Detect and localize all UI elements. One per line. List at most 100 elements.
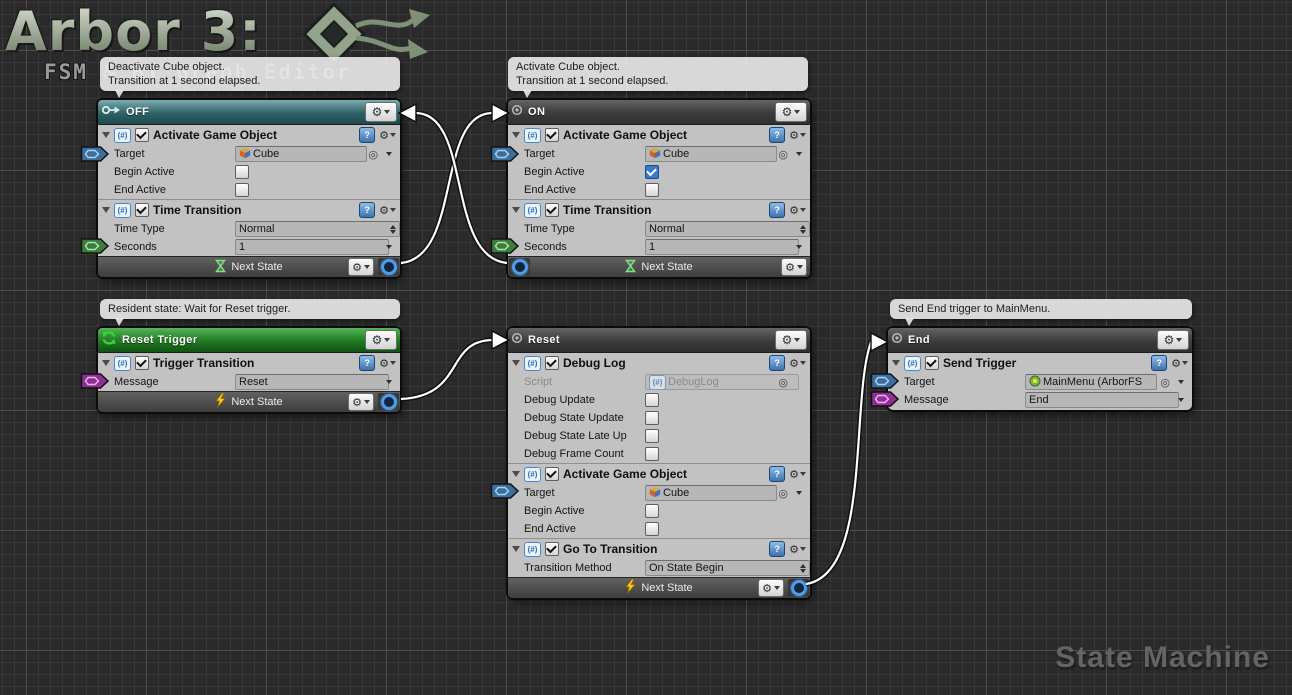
time-type-dropdown[interactable]: Normal	[235, 221, 400, 237]
end-active-checkbox[interactable]	[645, 522, 659, 536]
foldout-triangle[interactable]	[102, 207, 110, 213]
help-icon[interactable]: ?	[769, 541, 785, 557]
debug-state-update-checkbox[interactable]	[645, 411, 659, 425]
dropdown-arrow-icon[interactable]	[386, 380, 392, 384]
begin-active-checkbox[interactable]	[645, 504, 659, 518]
data-pin-target-end[interactable]	[870, 372, 900, 390]
transition-settings-button[interactable]: ⚙	[781, 258, 807, 276]
time-type-dropdown[interactable]: Normal	[645, 221, 810, 237]
transition-method-dropdown[interactable]: On State Begin	[645, 560, 810, 576]
next-state-link[interactable]: Next State ⚙	[508, 256, 810, 277]
debug-update-checkbox[interactable]	[645, 393, 659, 407]
behaviour-enabled-checkbox[interactable]	[545, 467, 559, 481]
data-pin-target-on[interactable]	[490, 145, 520, 163]
transition-settings-button[interactable]: ⚙	[348, 393, 374, 411]
state-header-end[interactable]: End ⚙	[888, 328, 1192, 352]
help-icon[interactable]: ?	[769, 127, 785, 143]
behaviour-settings-button[interactable]: ⚙	[789, 205, 806, 216]
next-state-link[interactable]: Next State ⚙	[508, 577, 810, 598]
help-icon[interactable]: ?	[1151, 355, 1167, 371]
transition-settings-button[interactable]: ⚙	[348, 258, 374, 276]
behaviour-enabled-checkbox[interactable]	[135, 203, 149, 217]
dropdown-arrow-icon[interactable]	[386, 152, 392, 156]
behaviour-settings-button[interactable]: ⚙	[789, 469, 806, 480]
seconds-input[interactable]: 1	[235, 239, 389, 255]
state-settings-button[interactable]: ⚙	[365, 330, 397, 350]
dropdown-arrow-icon[interactable]	[1178, 380, 1184, 384]
data-pin-target-reset[interactable]	[490, 482, 520, 500]
state-header-on[interactable]: ON ⚙	[508, 100, 810, 124]
behaviour-settings-button[interactable]: ⚙	[789, 358, 806, 369]
foldout-triangle[interactable]	[102, 132, 110, 138]
target-object-field[interactable]: Cube	[235, 146, 367, 162]
object-picker-icon[interactable]: ◎	[778, 377, 788, 388]
object-picker-icon[interactable]: ◎	[778, 488, 788, 499]
state-node-reset-trigger[interactable]: Reset Trigger ⚙ (#) Trigger Transition ?…	[98, 328, 400, 412]
foldout-triangle[interactable]	[512, 546, 520, 552]
state-header-reset-trigger[interactable]: Reset Trigger ⚙	[98, 328, 400, 352]
behaviour-enabled-checkbox[interactable]	[545, 542, 559, 556]
wire-reset-trigger-to-reset[interactable]	[401, 331, 509, 399]
help-icon[interactable]: ?	[769, 466, 785, 482]
begin-active-checkbox[interactable]	[645, 165, 659, 179]
next-state-link[interactable]: Next State ⚙	[98, 256, 400, 277]
state-node-on[interactable]: ON ⚙ (#) Activate Game Object ? ⚙ Target…	[508, 100, 810, 277]
behaviour-settings-button[interactable]: ⚙	[1171, 358, 1188, 369]
data-pin-target-off[interactable]	[80, 145, 110, 163]
behaviour-settings-button[interactable]: ⚙	[789, 544, 806, 555]
behaviour-enabled-checkbox[interactable]	[925, 356, 939, 370]
target-object-field[interactable]: MainMenu (ArborFS	[1025, 374, 1157, 390]
dropdown-arrow-icon[interactable]	[386, 245, 392, 249]
state-settings-button[interactable]: ⚙	[1157, 330, 1189, 350]
behaviour-enabled-checkbox[interactable]	[545, 356, 559, 370]
behaviour-settings-button[interactable]: ⚙	[379, 358, 396, 369]
transition-out-connector[interactable]	[378, 393, 399, 410]
dropdown-arrow-icon[interactable]	[796, 152, 802, 156]
debug-frame-count-checkbox[interactable]	[645, 447, 659, 461]
transition-out-connector[interactable]	[378, 258, 399, 275]
state-header-reset[interactable]: Reset ⚙	[508, 328, 810, 352]
behaviour-settings-button[interactable]: ⚙	[379, 205, 396, 216]
seconds-input[interactable]: 1	[645, 239, 799, 255]
wire-reset-to-end[interactable]	[806, 333, 888, 584]
help-icon[interactable]: ?	[769, 355, 785, 371]
graph-editor-canvas[interactable]: { "logo": { "title": "Arbor 3:", "subtit…	[0, 0, 1292, 695]
data-pin-seconds-on[interactable]	[490, 237, 520, 255]
foldout-triangle[interactable]	[512, 471, 520, 477]
object-picker-icon[interactable]: ◎	[368, 149, 378, 160]
dropdown-arrow-icon[interactable]	[796, 245, 802, 249]
behaviour-settings-button[interactable]: ⚙	[379, 130, 396, 141]
data-pin-seconds-off[interactable]	[80, 237, 110, 255]
message-input[interactable]: End	[1025, 392, 1179, 408]
target-object-field[interactable]: Cube	[645, 485, 777, 501]
behaviour-enabled-checkbox[interactable]	[135, 356, 149, 370]
behaviour-settings-button[interactable]: ⚙	[789, 130, 806, 141]
help-icon[interactable]: ?	[359, 127, 375, 143]
help-icon[interactable]: ?	[769, 202, 785, 218]
behaviour-enabled-checkbox[interactable]	[135, 128, 149, 142]
dropdown-arrow-icon[interactable]	[796, 491, 802, 495]
foldout-triangle[interactable]	[512, 132, 520, 138]
state-settings-button[interactable]: ⚙	[775, 102, 807, 122]
state-header-off[interactable]: OFF ⚙	[98, 100, 400, 124]
comment-end[interactable]: Send End trigger to MainMenu.	[890, 299, 1192, 319]
foldout-triangle[interactable]	[102, 360, 110, 366]
message-input[interactable]: Reset	[235, 374, 389, 390]
comment-reset-trigger[interactable]: Resident state: Wait for Reset trigger.	[100, 299, 400, 319]
next-state-link[interactable]: Next State ⚙	[98, 391, 400, 412]
state-settings-button[interactable]: ⚙	[365, 102, 397, 122]
state-node-reset[interactable]: Reset ⚙ (#) Debug Log ? ⚙ Script (#) Deb…	[508, 328, 810, 598]
begin-active-checkbox[interactable]	[235, 165, 249, 179]
behaviour-enabled-checkbox[interactable]	[545, 128, 559, 142]
transition-out-connector[interactable]	[509, 258, 530, 275]
target-object-field[interactable]: Cube	[645, 146, 777, 162]
transition-settings-button[interactable]: ⚙	[758, 579, 784, 597]
transition-out-connector[interactable]	[788, 579, 809, 596]
data-pin-message-reset-trigger[interactable]	[80, 372, 110, 390]
object-picker-icon[interactable]: ◎	[778, 149, 788, 160]
foldout-triangle[interactable]	[512, 207, 520, 213]
state-node-end[interactable]: End ⚙ (#) Send Trigger ? ⚙ Target MainMe…	[888, 328, 1192, 410]
help-icon[interactable]: ?	[359, 355, 375, 371]
end-active-checkbox[interactable]	[645, 183, 659, 197]
help-icon[interactable]: ?	[359, 202, 375, 218]
